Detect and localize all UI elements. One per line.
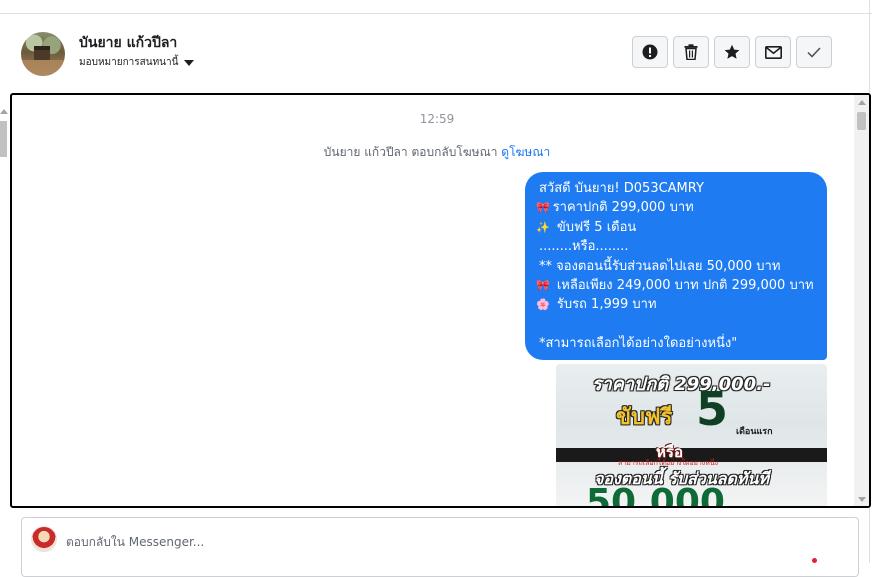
message-line: 🎀 เหลือเพียง 249,000 บาท ปกติ 299,000 บา… (536, 276, 816, 295)
page-scroll-up-icon[interactable] (0, 109, 8, 114)
message-line (536, 315, 816, 334)
page-avatar (31, 526, 57, 552)
ad-price-text: ราคาปกติ 299,000.- (592, 374, 771, 395)
ad-reply-text: บันยาย แก้วปีลา ตอบกลับโฆษณา (323, 145, 498, 159)
exclamation-circle-icon (642, 44, 658, 60)
envelope-icon (764, 45, 782, 59)
mark-done-button[interactable] (796, 36, 832, 68)
message-line: ✨ ขับฟรี 5 เดือน (536, 218, 816, 237)
ad-image[interactable]: ราคาปกติ 299,000.- ขับฟรี 5 เดือนแรก หรื… (556, 364, 827, 508)
assign-label: มอบหมายการสนทนานี้ (79, 57, 179, 68)
reply-input[interactable]: ตอบกลับใน Messenger... (66, 533, 204, 552)
flower-emoji-icon: 🌸 (536, 298, 550, 312)
ad-reply-notice: บันยาย แก้วปีลา ตอบกลับโฆษณา ดูโฆษณา (12, 143, 862, 162)
line-text: *สามารถเลือกได้อย่างใดอย่างหนึ่ง" (539, 336, 738, 352)
checkmark-icon (807, 46, 821, 58)
notification-dot-icon (812, 558, 817, 563)
star-button[interactable] (714, 36, 750, 68)
message-line: ........หรือ........ (536, 237, 816, 256)
sparkles-emoji-icon: ✨ (536, 220, 550, 234)
page-scrollbar-thumb[interactable] (0, 121, 7, 157)
line-text: เหลือเพียง 249,000 บาท ปกติ 299,000 บาท (552, 277, 814, 293)
ad-first-months-text: เดือนแรก (736, 427, 773, 437)
caret-down-icon (184, 59, 195, 66)
conversation-toolbar (632, 36, 832, 68)
message-line: 🎀 ราคาปกติ 299,000 บาท (536, 198, 816, 217)
mark-unread-button[interactable] (755, 36, 791, 68)
avatar-hut (34, 46, 50, 60)
message-bubble: สวัสดี บันยาย! D053CAMRY 🎀 ราคาปกติ 299,0… (525, 172, 827, 360)
ad-discount-amount: 50,000 (586, 482, 725, 508)
report-spam-button[interactable] (632, 36, 668, 68)
conversation-scrollbar[interactable] (854, 95, 869, 506)
line-text: ขับฟรี 5 เดือน (552, 219, 637, 235)
line-text: ** จองตอนนี้รับส่วนลดไปเลย 50,000 บาท (539, 258, 781, 274)
assign-conversation-dropdown[interactable]: มอบหมายการสนทนานี้ (79, 55, 195, 70)
scroll-down-icon[interactable] (858, 497, 866, 502)
reply-composer[interactable]: ตอบกลับใน Messenger... (21, 517, 859, 577)
contact-name[interactable]: บันยาย แก้วปีลา (79, 32, 177, 54)
ad-big-number: 5 (696, 382, 729, 436)
line-text: ........หรือ........ (539, 239, 629, 255)
message-timestamp: 12:59 (419, 112, 455, 126)
scrollbar-thumb[interactable] (857, 112, 866, 130)
conversation-panel[interactable]: 12:59 บันยาย แก้วปีลา ตอบกลับโฆษณา ดูโฆษ… (10, 93, 871, 508)
delete-button[interactable] (673, 36, 709, 68)
view-ad-link[interactable]: ดูโฆษณา (501, 145, 550, 159)
line-text: ราคาปกติ 299,000 บาท (552, 200, 694, 216)
line-text: รับรถ 1,999 บาท (552, 297, 657, 313)
contact-avatar[interactable] (21, 32, 65, 76)
ad-free-drive-text: ขับฟรี (616, 405, 673, 430)
message-line: 🌸 รับรถ 1,999 บาท (536, 295, 816, 314)
scroll-up-icon[interactable] (858, 100, 866, 105)
bow-emoji-icon: 🎀 (536, 278, 550, 292)
top-divider (0, 13, 872, 14)
avatar-ground (21, 60, 65, 76)
trash-icon (684, 44, 698, 60)
message-line: *สามารถเลือกได้อย่างใดอย่างหนึ่ง" (536, 334, 816, 353)
message-line: สวัสดี บันยาย! D053CAMRY (536, 179, 816, 198)
line-text: สวัสดี บันยาย! D053CAMRY (539, 181, 704, 196)
message-line: ** จองตอนนี้รับส่วนลดไปเลย 50,000 บาท (536, 257, 816, 276)
bow-emoji-icon: 🎀 (536, 201, 550, 215)
star-icon (724, 44, 740, 59)
